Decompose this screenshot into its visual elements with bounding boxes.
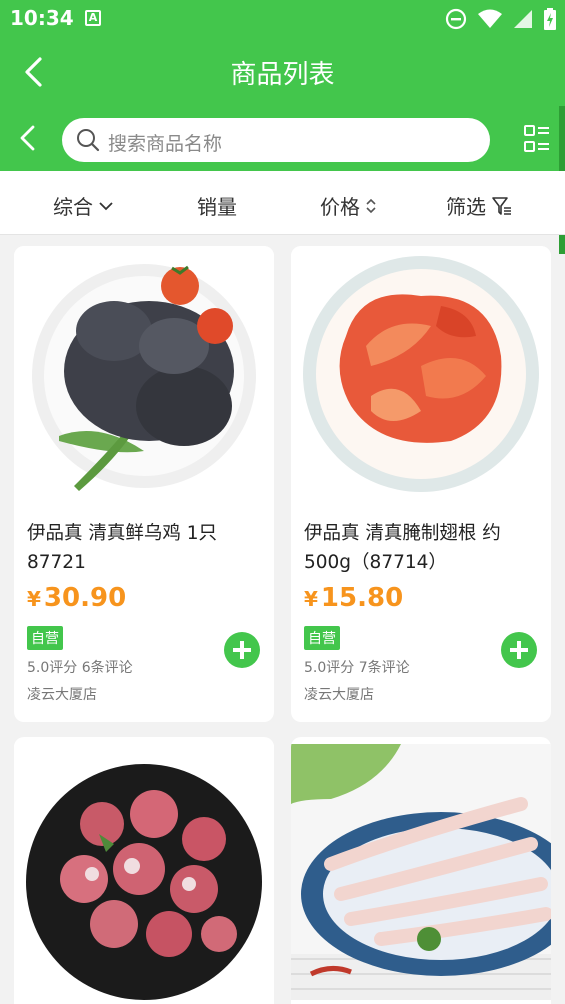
wifi-icon bbox=[478, 9, 502, 28]
sort-icon bbox=[366, 198, 376, 213]
product-name[interactable]: 伊品真 清真腌制翅根 约500g（87714） bbox=[304, 519, 544, 577]
page-title: 商品列表 bbox=[230, 60, 335, 90]
filter-label: 筛选 bbox=[446, 195, 486, 219]
notification-icon: A bbox=[85, 10, 101, 26]
add-to-cart-button[interactable] bbox=[224, 632, 260, 668]
rating-text: 5.0评分 7条评论 bbox=[304, 660, 410, 676]
title-bar: 商品列表 bbox=[0, 38, 565, 106]
chevron-down-icon bbox=[99, 201, 113, 210]
product-card[interactable] bbox=[291, 737, 551, 1004]
self-operated-badge: 自营 bbox=[27, 626, 63, 650]
product-card[interactable]: 伊品真 清真腌制翅根 约500g（87714） ¥15.80 自营 5.0评分 … bbox=[291, 246, 551, 722]
price-value: 15.80 bbox=[320, 583, 404, 613]
filter-price[interactable]: 价格 bbox=[320, 191, 377, 220]
product-price: ¥15.80 bbox=[304, 583, 403, 613]
product-image[interactable] bbox=[14, 246, 274, 502]
status-time: 10:34 bbox=[10, 6, 74, 30]
status-icons bbox=[445, 8, 557, 30]
product-name[interactable]: 伊品真 清真鲜乌鸡 1只 87721 bbox=[27, 519, 267, 577]
search-input[interactable]: 搜索商品名称 bbox=[62, 118, 490, 162]
status-bar: 10:34 A bbox=[0, 0, 565, 38]
do-not-disturb-icon bbox=[445, 8, 467, 30]
product-image[interactable] bbox=[291, 246, 551, 502]
store-name: 凌云大厦店 bbox=[27, 687, 97, 703]
self-operated-badge: 自营 bbox=[304, 626, 340, 650]
filter-label: 销量 bbox=[197, 195, 237, 219]
filter-bar: 综合 销量 价格 筛选 bbox=[0, 171, 565, 235]
currency-symbol: ¥ bbox=[27, 587, 41, 611]
search-icon bbox=[77, 129, 100, 152]
filter-comprehensive[interactable]: 综合 bbox=[53, 191, 114, 220]
product-card[interactable] bbox=[14, 737, 274, 1004]
product-card[interactable]: 伊品真 清真鲜乌鸡 1只 87721 ¥30.90 自营 5.0评分 6条评论 … bbox=[14, 246, 274, 722]
filter-label: 综合 bbox=[53, 195, 93, 219]
filter-label: 价格 bbox=[320, 195, 360, 219]
list-layout-icon[interactable] bbox=[523, 124, 551, 154]
add-to-cart-button[interactable] bbox=[501, 632, 537, 668]
filter-icon bbox=[492, 196, 511, 215]
back-arrow-icon[interactable] bbox=[16, 124, 40, 152]
store-name: 凌云大厦店 bbox=[304, 687, 374, 703]
battery-icon bbox=[544, 8, 556, 30]
rating-text: 5.0评分 6条评论 bbox=[27, 660, 133, 676]
signal-icon bbox=[514, 10, 532, 28]
search-placeholder: 搜索商品名称 bbox=[108, 133, 223, 155]
filter-sales[interactable]: 销量 bbox=[197, 191, 237, 220]
search-bar: 搜索商品名称 bbox=[0, 106, 565, 171]
product-price: ¥30.90 bbox=[27, 583, 126, 613]
filter-screen[interactable]: 筛选 bbox=[446, 191, 513, 220]
product-image[interactable] bbox=[14, 737, 274, 1004]
currency-symbol: ¥ bbox=[304, 587, 318, 611]
price-value: 30.90 bbox=[43, 583, 127, 613]
product-image[interactable] bbox=[291, 737, 551, 1004]
